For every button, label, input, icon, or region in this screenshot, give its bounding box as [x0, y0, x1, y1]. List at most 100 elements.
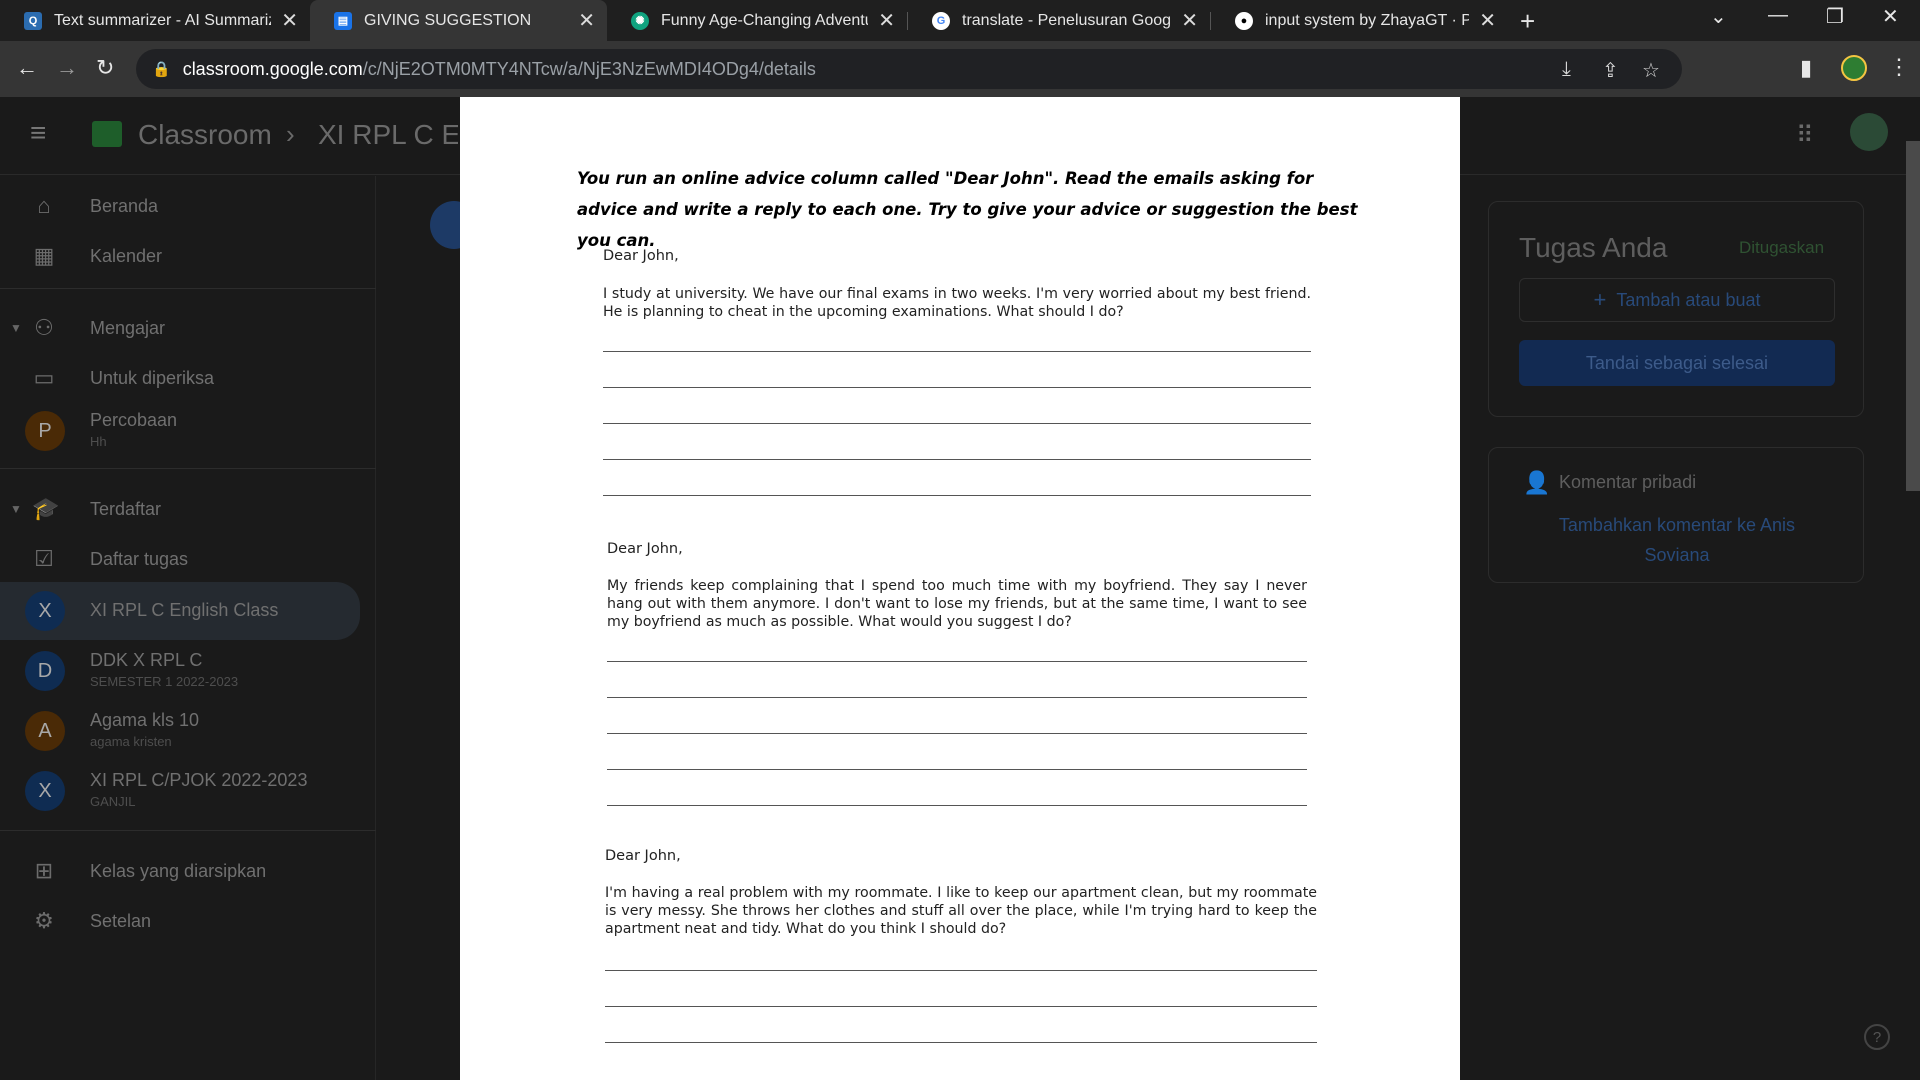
close-window-button[interactable]: ✕	[1882, 4, 1899, 29]
letter-greeting: Dear John,	[607, 541, 683, 557]
close-icon[interactable]: ✕	[578, 8, 595, 33]
google-apps-icon[interactable]: ⠿	[1796, 121, 1814, 150]
sidebar-item-label: XI RPL C English Class	[90, 600, 279, 620]
answer-line	[605, 1042, 1317, 1043]
bookmark-star-icon[interactable]: ☆	[1642, 58, 1660, 83]
sidebar-item-label: Daftar tugas	[90, 548, 189, 569]
sidebar-item-label: Untuk diperiksa	[90, 367, 215, 388]
sidebar-item-label: Beranda	[90, 195, 159, 216]
graduation-cap-icon: 🎓	[32, 496, 60, 521]
mark-as-done-button[interactable]: Tandai sebagai selesai	[1519, 340, 1835, 386]
tab-title: Text summarizer - AI Summarizin	[54, 11, 272, 29]
sidebar-class-english[interactable]: X XI RPL C English Class	[0, 582, 360, 640]
install-app-icon[interactable]: ⤓	[1562, 58, 1571, 81]
tab-title: GIVING SUGGESTION	[364, 11, 532, 29]
help-icon[interactable]: ?	[1864, 1024, 1890, 1050]
letter-greeting: Dear John,	[605, 848, 681, 864]
your-work-title: Tugas Anda	[1519, 232, 1668, 263]
page-scrollbar[interactable]	[1906, 141, 1920, 491]
sidebar-class-agama[interactable]: A Agama kls 10 agama kristen	[0, 702, 376, 760]
back-arrow-icon[interactable]: ←	[16, 55, 38, 81]
address-bar[interactable]: 🔒 classroom.google.com /c/NjE2OTM0MTY4NT…	[136, 49, 1682, 89]
sidebar-class-pjok[interactable]: X XI RPL C/PJOK 2022-2023 GANJIL	[0, 762, 376, 820]
class-avatar: X	[25, 591, 65, 631]
sidebar-item-label: Agama kls 10	[90, 710, 200, 730]
person-icon: 👤	[1523, 470, 1551, 495]
document-page[interactable]: You run an online advice column called "…	[460, 97, 1460, 1080]
classroom-assignment-icon: ▤	[334, 11, 352, 30]
class-avatar: A	[25, 711, 65, 751]
classroom-logo	[92, 121, 122, 147]
browser-toolbar: ← → ↻ 🔒 classroom.google.com /c/NjE2OTM0…	[0, 41, 1920, 97]
close-icon[interactable]: ✕	[1181, 8, 1198, 33]
minimize-button[interactable]: —	[1768, 4, 1788, 27]
class-avatar: D	[25, 651, 65, 691]
profile-avatar[interactable]	[1841, 55, 1867, 81]
restore-button[interactable]: ❐	[1826, 4, 1844, 29]
forward-arrow-icon[interactable]: →	[56, 55, 78, 81]
sidebar-item-to-review[interactable]: ▭ Untuk diperiksa	[0, 355, 376, 401]
sidebar-item-home[interactable]: ⌂ Beranda	[0, 183, 376, 229]
add-or-create-button[interactable]: + Tambah atau buat	[1519, 278, 1835, 322]
archive-icon: ⊞	[34, 858, 54, 883]
gear-icon: ⚙	[34, 908, 54, 933]
close-icon[interactable]: ✕	[1479, 8, 1496, 33]
class-avatar: P	[25, 411, 65, 451]
sidebar-item-calendar[interactable]: ▦ Kalender	[0, 233, 376, 279]
answer-line	[607, 697, 1307, 698]
letter-body: I study at university. We have our final…	[603, 286, 1311, 320]
close-icon[interactable]: ✕	[878, 8, 895, 33]
answer-line	[603, 423, 1311, 424]
sidebar-item-todo[interactable]: ☑ Daftar tugas	[0, 536, 376, 582]
answer-line	[607, 661, 1307, 662]
letter-body: My friends keep complaining that I spend…	[607, 578, 1307, 630]
tab-title: translate - Penelusuran Google	[962, 11, 1172, 29]
new-tab-button[interactable]: +	[1520, 6, 1535, 37]
reload-icon[interactable]: ↻	[96, 55, 114, 81]
divider	[0, 830, 376, 831]
home-icon: ⌂	[37, 193, 51, 218]
sidebar-class-percobaan[interactable]: P Percobaan Hh	[0, 402, 376, 460]
caret-down-icon: ▼	[10, 502, 22, 516]
sidebar-item-archived[interactable]: ⊞ Kelas yang diarsipkan	[0, 848, 376, 894]
answer-line	[603, 495, 1311, 496]
divider	[0, 288, 376, 289]
sidebar-item-enrolled[interactable]: ▼ 🎓 Terdaftar	[0, 486, 376, 532]
classroom-brand[interactable]: Classroom	[138, 119, 272, 151]
browser-tab-google-translate[interactable]: G translate - Penelusuran Google ✕	[908, 0, 1210, 41]
answer-line	[603, 387, 1311, 388]
sidebar-item-label: Percobaan	[90, 410, 178, 430]
tab-search-icon[interactable]: ⌄	[1710, 4, 1727, 29]
url-host: classroom.google.com	[182, 58, 363, 79]
browser-tab-giving-suggestion[interactable]: ▤ GIVING SUGGESTION ✕	[310, 0, 607, 41]
browser-tab-strip: Q Text summarizer - AI Summarizin ✕ ▤ GI…	[0, 0, 1920, 41]
sidebar-item-teaching[interactable]: ▼ ⚇ Mengajar	[0, 305, 376, 351]
google-icon: G	[932, 11, 950, 30]
side-panel-icon[interactable]: ▮	[1800, 55, 1812, 81]
hamburger-menu-icon[interactable]: ≡	[30, 117, 46, 149]
add-comment-link[interactable]: Tambahkan komentar ke Anis Soviana	[1529, 510, 1825, 570]
answer-line	[605, 970, 1317, 971]
private-comments-title: Komentar pribadi	[1559, 472, 1697, 492]
browser-tab-github-pr[interactable]: ● input system by ZhayaGT · Pull Re ✕	[1211, 0, 1508, 41]
answer-line	[607, 733, 1307, 734]
url-path: /c/NjE2OTM0MTY4NTcw/a/NjE3NzEwMDI4ODg4/d…	[362, 58, 816, 79]
browser-tab-text-summarizer[interactable]: Q Text summarizer - AI Summarizin ✕	[0, 0, 310, 41]
breadcrumb-class[interactable]: XI RPL C English Class	[318, 119, 458, 151]
sidebar-item-settings[interactable]: ⚙ Setelan	[0, 898, 376, 944]
button-label: Tambah atau buat	[1616, 289, 1761, 310]
answer-line	[605, 1006, 1317, 1007]
user-avatar[interactable]	[1850, 113, 1888, 151]
browser-menu-icon[interactable]: ⋮	[1888, 54, 1910, 80]
classroom-sidebar: ⌂ Beranda ▦ Kalender ▼ ⚇ Mengajar ▭ Untu…	[0, 176, 376, 1080]
sidebar-class-ddk[interactable]: D DDK X RPL C SEMESTER 1 2022-2023	[0, 642, 376, 700]
answer-line	[607, 769, 1307, 770]
checklist-icon: ☑	[34, 546, 54, 571]
answer-line	[603, 351, 1311, 352]
close-icon[interactable]: ✕	[281, 8, 298, 33]
sidebar-item-label: DDK X RPL C	[90, 650, 203, 670]
share-icon[interactable]: ⇪	[1602, 58, 1619, 83]
chevron-right-icon: ›	[286, 119, 295, 149]
sidebar-item-label: Kelas yang diarsipkan	[90, 860, 267, 881]
browser-tab-funny-adventure[interactable]: ✺ Funny Age-Changing Adventure ✕	[607, 0, 907, 41]
